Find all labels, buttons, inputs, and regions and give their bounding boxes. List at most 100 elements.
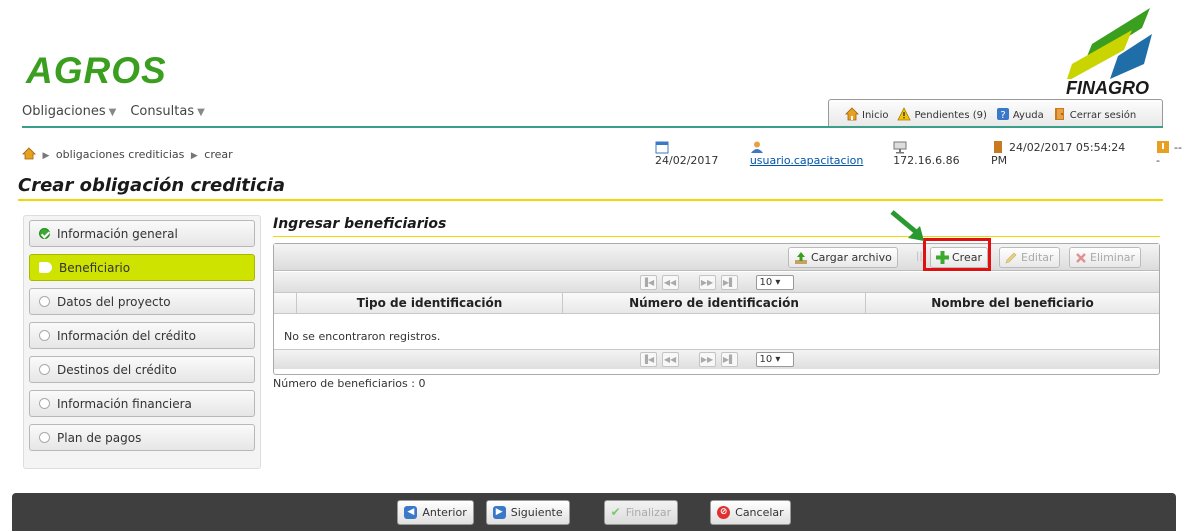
main-menu: Obligaciones ▼ Consultas ▼	[22, 104, 205, 119]
cancel-label: Cancelar	[735, 505, 784, 519]
step-label: Información general	[57, 226, 178, 241]
status-ip-value: 172.16.6.86	[893, 154, 960, 167]
cancel-button[interactable]: ⊘ Cancelar	[710, 499, 791, 525]
step-label: Beneficiario	[59, 260, 131, 275]
status-extra: ---	[1156, 140, 1185, 167]
finish-button[interactable]: ✔ Finalizar	[603, 499, 679, 525]
status-bar: 24/02/2017 usuario.capacitacion 172.16.6…	[655, 140, 1185, 167]
toolbar-separator: ||	[916, 251, 923, 262]
previous-label: Anterior	[422, 505, 467, 519]
previous-page-icon[interactable]: ◀◀	[661, 274, 679, 290]
previous-button[interactable]: ◀ Anterior	[397, 499, 474, 525]
menu-obligaciones[interactable]: Obligaciones ▼	[22, 104, 116, 119]
home-icon[interactable]	[22, 147, 36, 160]
next-button[interactable]: ▶ Siguiente	[485, 499, 570, 525]
finish-label: Finalizar	[625, 505, 672, 519]
menu-consultas[interactable]: Consultas ▼	[130, 104, 204, 119]
radio-icon	[39, 296, 50, 307]
status-date: 24/02/2017	[655, 140, 734, 167]
pencil-icon	[1005, 252, 1017, 264]
column-header[interactable]: Número de identificación	[562, 293, 865, 313]
check-icon: ✔	[610, 505, 621, 519]
status-session: 24/02/2017 05:54:24 PM	[991, 140, 1140, 167]
menu-consultas-label: Consultas	[130, 104, 195, 119]
section-divider	[273, 236, 1160, 237]
edit-label: Editar	[1021, 251, 1054, 264]
user-link[interactable]: usuario.capacitacion	[750, 154, 864, 167]
step-label: Destinos del crédito	[57, 362, 177, 377]
page-size-select[interactable]: 10 ▾	[755, 352, 794, 367]
step-label: Datos del proyecto	[57, 294, 171, 309]
page-title: Crear obligación crediticia	[18, 175, 286, 196]
section-title: Ingresar beneficiarios	[273, 216, 447, 232]
finagro-logo: FINAGRO	[1062, 4, 1174, 99]
last-page-icon[interactable]: ▶▌	[720, 274, 738, 290]
arrow-annotation-icon	[890, 210, 924, 241]
help-icon: ?	[996, 107, 1009, 121]
upload-file-label: Cargar archivo	[811, 251, 892, 264]
step-label: Información financiera	[57, 396, 192, 411]
arrow-left-icon: ◀	[404, 505, 418, 519]
status-ip: 172.16.6.86	[893, 140, 975, 167]
grid-header: Tipo de identificación Número de identif…	[274, 292, 1159, 314]
status-user: usuario.capacitacion	[750, 140, 877, 167]
step-beneficiario[interactable]: Beneficiario	[29, 254, 255, 281]
calendar-icon	[655, 141, 669, 154]
wizard-steps: Información general Beneficiario Datos d…	[23, 215, 261, 469]
pending-link-label: Pendientes (9)	[914, 109, 987, 121]
beneficiaries-grid: Cargar archivo || Crear Editar Eliminar …	[273, 243, 1160, 375]
step-plan-pagos[interactable]: Plan de pagos	[29, 424, 255, 451]
page-size-select[interactable]: 10 ▾	[755, 274, 794, 290]
column-header[interactable]: Tipo de identificación	[296, 293, 562, 313]
next-page-icon[interactable]: ▶▶	[698, 274, 716, 290]
edit-button[interactable]: Editar	[999, 247, 1060, 268]
help-link[interactable]: ? Ayuda	[996, 107, 1044, 121]
logout-link[interactable]: Cerrar sesión	[1053, 107, 1136, 121]
next-page-icon[interactable]: ▶▶	[698, 352, 716, 367]
radio-icon	[39, 432, 50, 443]
agros-logo: AGROS	[26, 50, 167, 91]
step-label: Información del crédito	[57, 328, 196, 343]
last-page-icon[interactable]: ▶▌	[720, 352, 738, 367]
first-page-icon[interactable]: ▐◀	[639, 352, 657, 367]
radio-icon	[39, 330, 50, 341]
radio-icon	[39, 398, 50, 409]
cancel-icon: ⊘	[717, 505, 731, 519]
breadcrumb-item[interactable]: obligaciones crediticias	[56, 148, 184, 161]
help-link-label: Ayuda	[1012, 109, 1044, 121]
pager-top: ▐◀ ◀◀ ▶▶ ▶▌ 10 ▾	[274, 272, 1159, 292]
column-header[interactable]: Nombre del beneficiario	[865, 293, 1159, 313]
upload-file-button[interactable]: Cargar archivo	[788, 247, 898, 268]
close-icon	[1076, 252, 1086, 263]
current-step-icon	[39, 262, 52, 273]
warning-icon	[897, 106, 912, 120]
step-label: Plan de pagos	[57, 430, 142, 445]
next-label: Siguiente	[510, 505, 563, 519]
step-informacion-financiera[interactable]: Información financiera	[29, 390, 255, 417]
alert-icon	[1157, 141, 1170, 153]
first-page-icon[interactable]: ▐◀	[639, 274, 657, 290]
wizard-footer: ◀ Anterior ▶ Siguiente ✔ Finalizar ⊘ Cancela…	[12, 493, 1176, 531]
grid-toolbar: Cargar archivo || Crear Editar Eliminar	[274, 244, 1159, 271]
breadcrumb-item: crear	[204, 148, 233, 161]
door-exit-icon	[1054, 107, 1064, 120]
network-icon	[893, 141, 907, 154]
highlight-box	[923, 238, 991, 271]
home-link-label: Inicio	[862, 109, 889, 121]
step-informacion-general[interactable]: Información general	[29, 220, 255, 247]
pending-link[interactable]: Pendientes (9)	[897, 106, 987, 121]
logout-link-label: Cerrar sesión	[1069, 109, 1137, 121]
previous-page-icon[interactable]: ◀◀	[661, 352, 679, 367]
step-datos-proyecto[interactable]: Datos del proyecto	[29, 288, 255, 315]
radio-icon	[39, 364, 50, 375]
svg-text:?: ?	[1000, 110, 1005, 121]
delete-button[interactable]: Eliminar	[1069, 247, 1142, 268]
home-link[interactable]: Inicio	[845, 106, 889, 121]
arrow-right-icon: ▶	[492, 505, 506, 519]
breadcrumb: ▶ obligaciones crediticias ▶ crear	[22, 147, 233, 161]
step-informacion-credito[interactable]: Información del crédito	[29, 322, 255, 349]
pager-bottom: ▐◀ ◀◀ ▶▶ ▶▌ 10 ▾	[274, 349, 1159, 369]
step-destinos-credito[interactable]: Destinos del crédito	[29, 356, 255, 383]
status-datetime-value: 24/02/2017 05:54:24 PM	[990, 141, 1126, 167]
breadcrumb-separator: ▶	[190, 151, 198, 161]
